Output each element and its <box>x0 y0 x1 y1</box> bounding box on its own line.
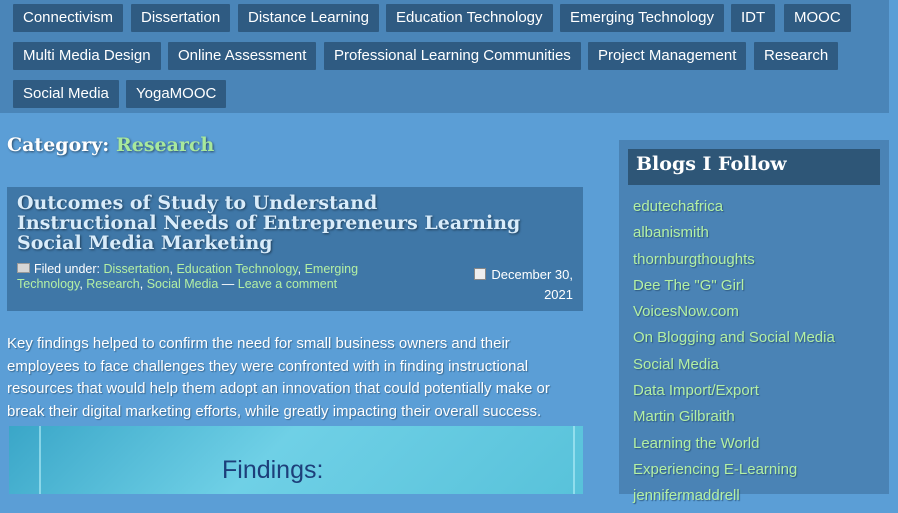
findings-slide-image: Findings: <box>9 426 583 494</box>
post-date: December 30, 2021 <box>453 265 573 305</box>
post-meta: Filed under: Dissertation, Education Tec… <box>17 262 359 291</box>
tag-connectivism[interactable]: Connectivism <box>13 4 124 32</box>
tag-emerging-technology[interactable]: Emerging Technology <box>560 4 724 32</box>
tag-distance-learning[interactable]: Distance Learning <box>238 4 379 32</box>
post-date-line1: December 30, <box>491 267 573 282</box>
circuit-decoration-right <box>543 426 575 494</box>
tag-multi-media-design[interactable]: Multi Media Design <box>13 42 161 70</box>
tag-online-assessment[interactable]: Online Assessment <box>168 42 317 70</box>
blog-link[interactable]: Learning the World <box>633 434 835 460</box>
leave-comment-link[interactable]: Leave a comment <box>238 277 337 291</box>
category-tag-cloud: Connectivism Dissertation Distance Learn… <box>0 0 889 113</box>
meta-separator: — <box>221 277 235 291</box>
findings-title: Findings: <box>222 456 324 484</box>
tag-yogamooc[interactable]: YogaMOOC <box>126 80 227 108</box>
tag-dissertation[interactable]: Dissertation <box>131 4 231 32</box>
post-header: Outcomes of Study to Understand Instruct… <box>7 187 583 311</box>
blog-link[interactable]: Experiencing E-Learning <box>633 460 835 486</box>
post-category-research[interactable]: Research <box>86 277 140 291</box>
tag-research[interactable]: Research <box>754 42 839 70</box>
tag-social-media[interactable]: Social Media <box>13 80 119 108</box>
category-name: Research <box>115 134 215 156</box>
blog-link[interactable]: Data Import/Export <box>633 381 835 407</box>
sidebar-heading: Blogs I Follow <box>628 149 880 185</box>
blog-link[interactable]: thornburgthoughts <box>633 250 835 276</box>
post-category-social-media[interactable]: Social Media <box>147 277 219 291</box>
category-heading: Category: Research <box>7 134 214 156</box>
folder-icon <box>17 263 30 273</box>
tag-education-technology[interactable]: Education Technology <box>386 4 553 32</box>
blog-link[interactable]: edutechafrica <box>633 197 835 223</box>
blog-link[interactable]: albanismith <box>633 223 835 249</box>
blog-link[interactable]: On Blogging and Social Media <box>633 328 835 354</box>
post-title[interactable]: Outcomes of Study to Understand Instruct… <box>17 193 522 253</box>
tag-idt[interactable]: IDT <box>731 4 776 32</box>
blog-link[interactable]: Dee The "G" Girl <box>633 276 835 302</box>
tag-professional-learning-communities[interactable]: Professional Learning Communities <box>324 42 581 70</box>
blog-link[interactable]: jennifermaddrell <box>633 486 835 512</box>
circuit-decoration-left <box>9 426 41 494</box>
tag-project-management[interactable]: Project Management <box>588 42 747 70</box>
category-prefix: Category: <box>7 134 110 156</box>
blogs-i-follow-widget: Blogs I Follow edutechafrica albanismith… <box>619 140 889 504</box>
filed-under-label: Filed under: <box>34 262 101 276</box>
post-date-line2: 2021 <box>544 287 573 302</box>
blog-list: edutechafrica albanismith thornburgthoug… <box>633 197 835 513</box>
calendar-icon <box>474 268 487 280</box>
post-excerpt: Key findings helped to confirm the need … <box>7 335 550 421</box>
blog-link[interactable]: Martin Gilbraith <box>633 407 835 433</box>
blog-link[interactable]: Social Media <box>633 355 835 381</box>
post-category-education-technology[interactable]: Education Technology <box>176 262 297 276</box>
post-category-dissertation[interactable]: Dissertation <box>104 262 170 276</box>
tag-mooc[interactable]: MOOC <box>784 4 851 32</box>
blog-link[interactable]: VoicesNow.com <box>633 302 835 328</box>
